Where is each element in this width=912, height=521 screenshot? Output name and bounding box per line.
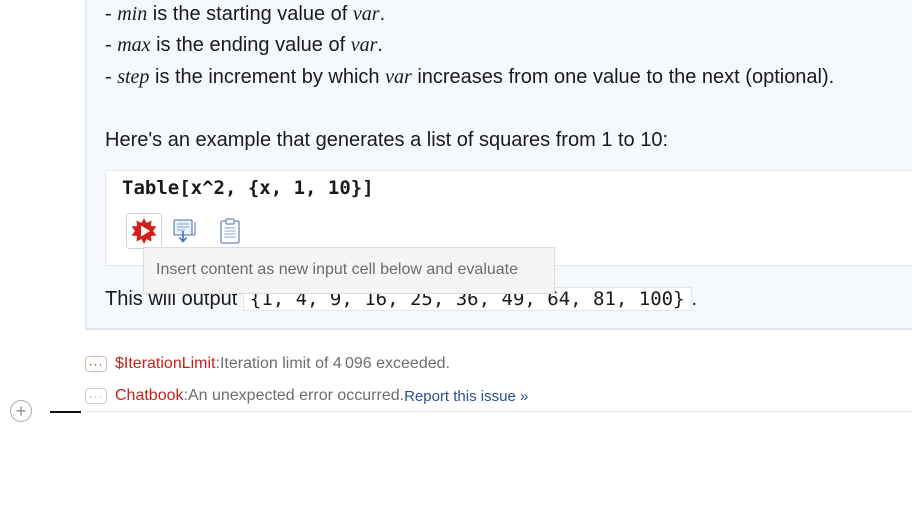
message-expand-button[interactable]: ···	[85, 388, 107, 404]
max-text: is the ending value of	[150, 34, 351, 56]
period: .	[377, 34, 383, 56]
code-text[interactable]: Table[x^2, {x, 1, 10}]	[122, 177, 374, 199]
step-text-end: increases from one value to the next (op…	[411, 66, 835, 88]
message-iteration-limit: ··· $IterationLimit: Iteration limit of …	[85, 355, 450, 373]
message-text: Iteration limit of 4 096 exceeded.	[219, 355, 450, 372]
max-term: max	[117, 34, 151, 56]
message-tag: $IterationLimit	[115, 355, 216, 372]
var-term: var	[350, 34, 378, 56]
insert-cell-button[interactable]	[168, 213, 204, 249]
step-term: step	[117, 66, 150, 88]
explanation-max-line: - max is the ending value of var.	[105, 34, 383, 57]
explanation-step-line: - step is the increment by which var inc…	[105, 66, 834, 89]
cell-divider	[85, 411, 912, 412]
dash: -	[105, 34, 118, 56]
clipboard-icon	[220, 218, 240, 244]
message-tag: Chatbook	[115, 387, 184, 404]
report-issue-link[interactable]: Report this issue »	[404, 388, 528, 405]
example-intro: Here's an example that generates a list …	[105, 129, 669, 151]
add-cell-button[interactable]: +	[10, 400, 32, 422]
message-text: An unexpected error occurred.	[187, 387, 405, 404]
min-term: min	[117, 3, 148, 25]
dash: -	[105, 3, 118, 25]
output-period: .	[691, 288, 698, 310]
explanation-min-line: - min is the starting value of var.	[105, 3, 385, 26]
var-term: var	[352, 3, 380, 25]
tooltip: Insert content as new input cell below a…	[143, 247, 555, 294]
evaluate-icon	[131, 218, 157, 244]
copy-button[interactable]	[212, 213, 248, 249]
cell-insertion-cursor	[50, 411, 81, 413]
var-term: var	[385, 66, 412, 88]
insert-cell-icon	[173, 219, 196, 243]
step-text: is the increment by which	[149, 66, 386, 88]
message-chatbook-error: ··· Chatbook : An unexpected error occur…	[85, 387, 528, 405]
dash: -	[105, 66, 118, 88]
period: .	[379, 3, 386, 25]
min-text: is the starting value of	[147, 3, 353, 25]
evaluate-button[interactable]	[126, 213, 162, 249]
plus-icon: +	[15, 401, 27, 421]
message-expand-button[interactable]: ···	[85, 356, 107, 372]
